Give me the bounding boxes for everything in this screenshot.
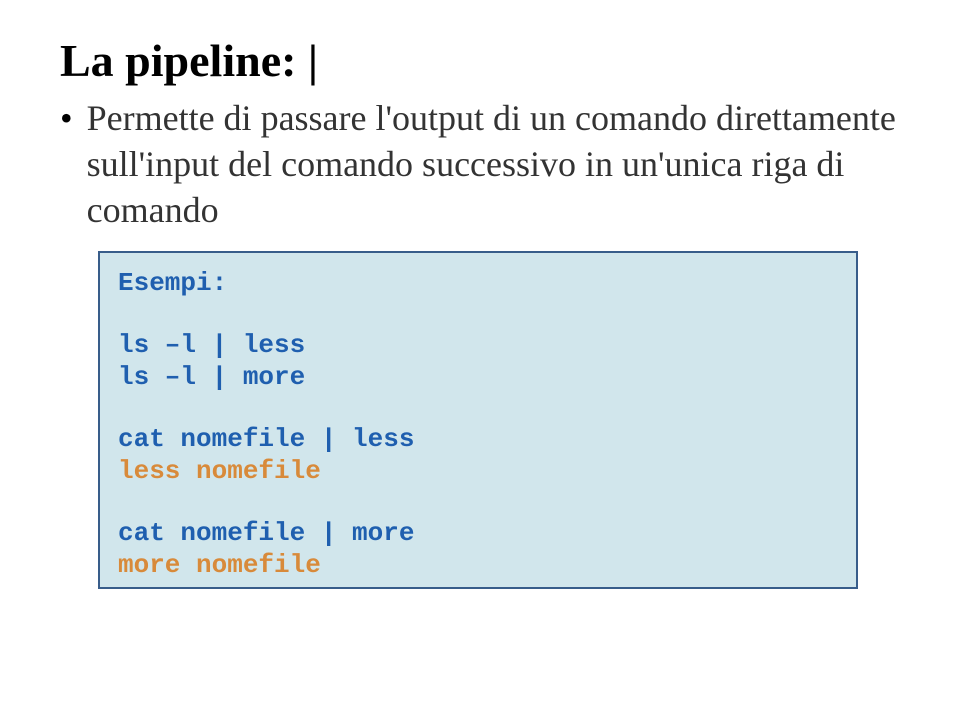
code-line: ls –l | more xyxy=(118,361,840,393)
bullet-item: • Permette di passare l'output di un com… xyxy=(60,95,899,233)
code-line: cat nomefile | more xyxy=(118,517,840,549)
examples-label: Esempi: xyxy=(118,267,840,299)
code-line: ls –l | less xyxy=(118,329,840,361)
code-line: cat nomefile | less xyxy=(118,423,840,455)
code-group-3: cat nomefile | more more nomefile xyxy=(118,517,840,581)
bullet-icon: • xyxy=(60,95,73,141)
code-group-1: ls –l | less ls –l | more xyxy=(118,329,840,393)
example-box: Esempi: ls –l | less ls –l | more cat no… xyxy=(98,251,858,589)
code-line: more nomefile xyxy=(118,549,840,581)
bullet-text: Permette di passare l'output di un coman… xyxy=(87,95,899,233)
code-line: less nomefile xyxy=(118,455,840,487)
code-group-2: cat nomefile | less less nomefile xyxy=(118,423,840,487)
slide-container: La pipeline: | • Permette di passare l'o… xyxy=(0,0,959,629)
slide-title: La pipeline: | xyxy=(60,34,899,87)
